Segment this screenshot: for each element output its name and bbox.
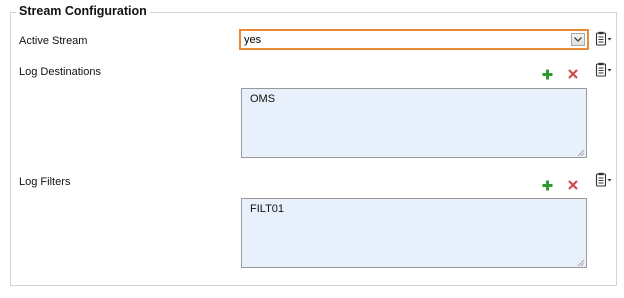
log-filters-label: Log Filters bbox=[19, 176, 71, 188]
log-filters-list[interactable]: FILT01 bbox=[241, 198, 587, 268]
active-stream-select[interactable]: yes bbox=[239, 29, 589, 50]
section-title: Stream Configuration bbox=[16, 4, 150, 18]
remove-destination-button[interactable] bbox=[564, 66, 582, 82]
active-stream-label: Active Stream bbox=[19, 35, 88, 47]
list-item[interactable]: FILT01 bbox=[250, 203, 284, 215]
active-stream-value: yes bbox=[244, 34, 262, 46]
log-destinations-label: Log Destinations bbox=[19, 66, 101, 78]
chevron-down-icon[interactable] bbox=[571, 33, 585, 46]
remove-filter-button[interactable] bbox=[564, 177, 582, 193]
clipboard-menu-icon[interactable] bbox=[595, 172, 613, 188]
resize-grip-icon[interactable] bbox=[577, 258, 585, 267]
add-destination-button[interactable] bbox=[538, 66, 556, 82]
log-destinations-list[interactable]: OMS bbox=[241, 88, 587, 158]
add-filter-button[interactable] bbox=[538, 177, 556, 193]
list-item[interactable]: OMS bbox=[250, 93, 275, 105]
clipboard-menu-icon[interactable] bbox=[595, 62, 613, 78]
clipboard-menu-icon[interactable] bbox=[595, 31, 613, 47]
resize-grip-icon[interactable] bbox=[577, 148, 585, 157]
